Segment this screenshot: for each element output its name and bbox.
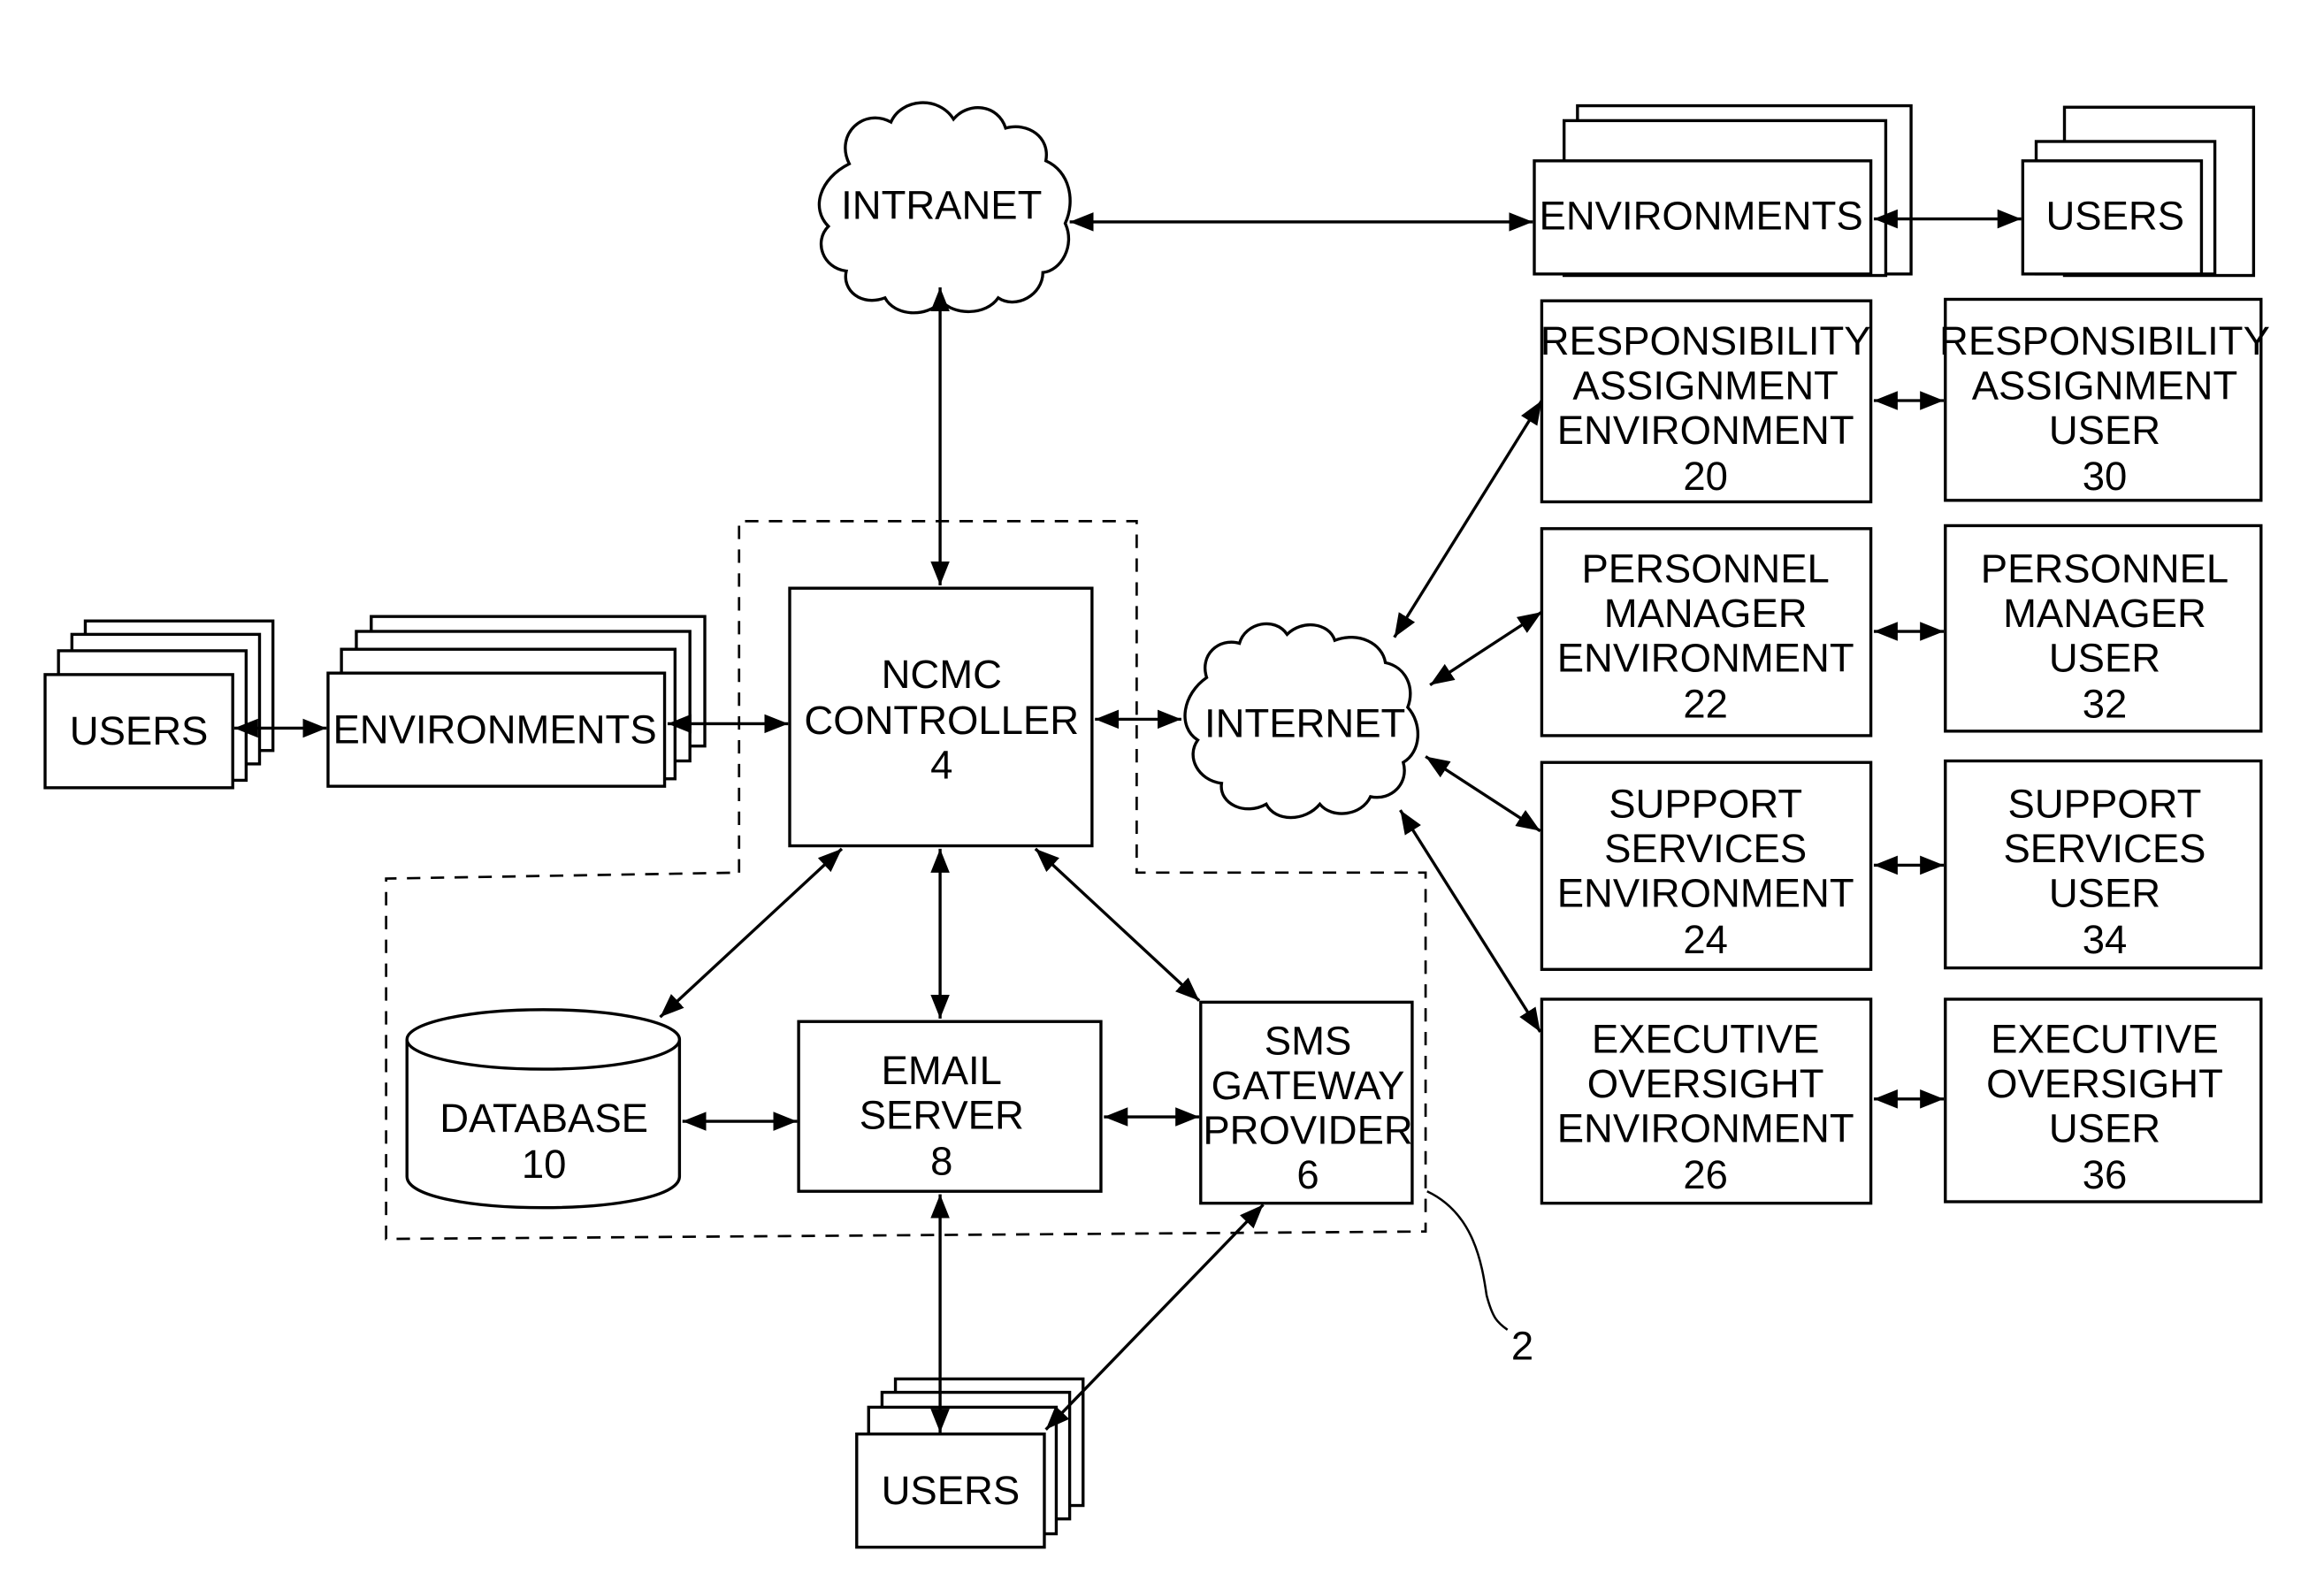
node-label: SUPPORT [1609, 782, 1802, 827]
top-environments-stack: ENVIRONMENTS [1533, 103, 1913, 278]
support-services-user: SUPPORT SERVICES USER 34 [1944, 759, 2263, 970]
system-ref-label: 2 [1511, 1324, 1533, 1369]
node-label: EXECUTIVE [1991, 1017, 2219, 1062]
executive-oversight-user: EXECUTIVE OVERSIGHT USER 36 [1944, 997, 2263, 1203]
node-label: 36 [2083, 1152, 2128, 1197]
node-label: NCMC [882, 652, 1002, 697]
node-label: ASSIGNMENT [1972, 363, 2238, 408]
node-label: OVERSIGHT [1986, 1061, 2223, 1106]
node-label: ENVIRONMENT [1557, 871, 1854, 916]
node-label: USER [2049, 635, 2160, 680]
sms-gateway-provider: SMS GATEWAY PROVIDER 6 [1199, 1000, 1414, 1205]
email-server: EMAIL SERVER 8 [797, 1020, 1103, 1193]
node-label: USER [2049, 871, 2160, 916]
left-users-stack: USERS [43, 619, 275, 790]
node-label: GATEWAY [1212, 1063, 1405, 1108]
node-label: MANAGER [2003, 591, 2206, 636]
node-label: SMS [1265, 1018, 1352, 1063]
node-label: SUPPORT [2008, 782, 2202, 827]
node-label: ENVIRONMENT [1557, 1106, 1854, 1151]
arrow-controller-sms [1034, 847, 1201, 1002]
node-label: 34 [2083, 917, 2128, 962]
node-label: OVERSIGHT [1587, 1061, 1824, 1106]
top-users-stack: USERS [2021, 105, 2256, 278]
node-label: RESPONSIBILITY [1939, 318, 2270, 363]
node-label: 20 [1683, 454, 1728, 499]
arrow-sms-bottom-users [1044, 1203, 1265, 1431]
node-label: USERS [70, 708, 209, 753]
node-label: DATABASE [440, 1096, 648, 1141]
node-label: ENVIRONMENTS [1540, 193, 1863, 238]
bottom-users-stack: USERS [855, 1377, 1085, 1549]
node-label: ENVIRONMENT [1557, 635, 1854, 680]
arrow-internet-responsibility-env [1393, 400, 1543, 638]
node-label: 22 [1683, 682, 1728, 727]
node-label: EMAIL [882, 1048, 1002, 1093]
node-label: 10 [522, 1142, 567, 1187]
node-label: ASSIGNMENT [1572, 363, 1839, 408]
node-label: PERSONNEL [1581, 546, 1829, 591]
ncmc-controller: NCMC CONTROLLER 4 [788, 586, 1094, 848]
node-label: 4 [930, 743, 952, 788]
intranet-cloud: INTRANET [817, 101, 1072, 315]
responsibility-assignment-user: RESPONSIBILITY ASSIGNMENT USER 30 [1939, 297, 2270, 502]
node-label: ENVIRONMENT [1557, 408, 1854, 453]
system-ref-leader [1426, 1190, 1509, 1331]
internet-cloud: INTERNET [1183, 622, 1420, 820]
internet-label: INTERNET [1204, 701, 1405, 746]
personnel-manager-environment: PERSONNEL MANAGER ENVIRONMENT 22 [1540, 527, 1873, 737]
node-label: RESPONSIBILITY [1540, 318, 1871, 363]
intranet-label: INTRANET [841, 183, 1042, 228]
node-label: USER [2049, 408, 2160, 453]
node-label: SERVICES [2003, 826, 2206, 871]
node-label: USERS [2045, 193, 2184, 238]
node-label: 6 [1296, 1152, 1319, 1197]
database: DATABASE 10 [405, 1008, 682, 1210]
node-label: PROVIDER [1203, 1107, 1412, 1152]
arrow-controller-database [659, 847, 844, 1019]
node-label: 26 [1683, 1152, 1728, 1197]
support-services-environment: SUPPORT SERVICES ENVIRONMENT 24 [1540, 760, 1873, 971]
node-label: 32 [2083, 682, 2128, 727]
responsibility-assignment-environment: RESPONSIBILITY ASSIGNMENT ENVIRONMENT 20 [1540, 299, 1873, 504]
node-label: SERVER [860, 1092, 1024, 1137]
left-environments-stack: ENVIRONMENTS [326, 615, 707, 788]
arrow-internet-support-env [1425, 755, 1541, 833]
node-label: 24 [1683, 917, 1728, 962]
arrow-internet-personnel-env [1429, 610, 1543, 687]
personnel-manager-user: PERSONNEL MANAGER USER 32 [1944, 523, 2263, 733]
node-label: 8 [930, 1139, 952, 1184]
node-label: ENVIRONMENTS [333, 707, 656, 752]
node-label: USERS [882, 1468, 1021, 1513]
system-diagram: 2 INTRANET INTERNET NCMC CONTROLLER 4 DA… [43, 101, 2270, 1549]
node-label: PERSONNEL [1981, 546, 2228, 591]
node-label: MANAGER [1604, 591, 1808, 636]
node-label: USER [2049, 1106, 2160, 1151]
arrow-internet-executive-env [1399, 809, 1542, 1033]
node-label: CONTROLLER [804, 698, 1079, 743]
node-label: 30 [2083, 454, 2128, 499]
node-label: EXECUTIVE [1592, 1017, 1820, 1062]
executive-oversight-environment: EXECUTIVE OVERSIGHT ENVIRONMENT 26 [1540, 997, 1873, 1205]
node-label: SERVICES [1604, 826, 1807, 871]
